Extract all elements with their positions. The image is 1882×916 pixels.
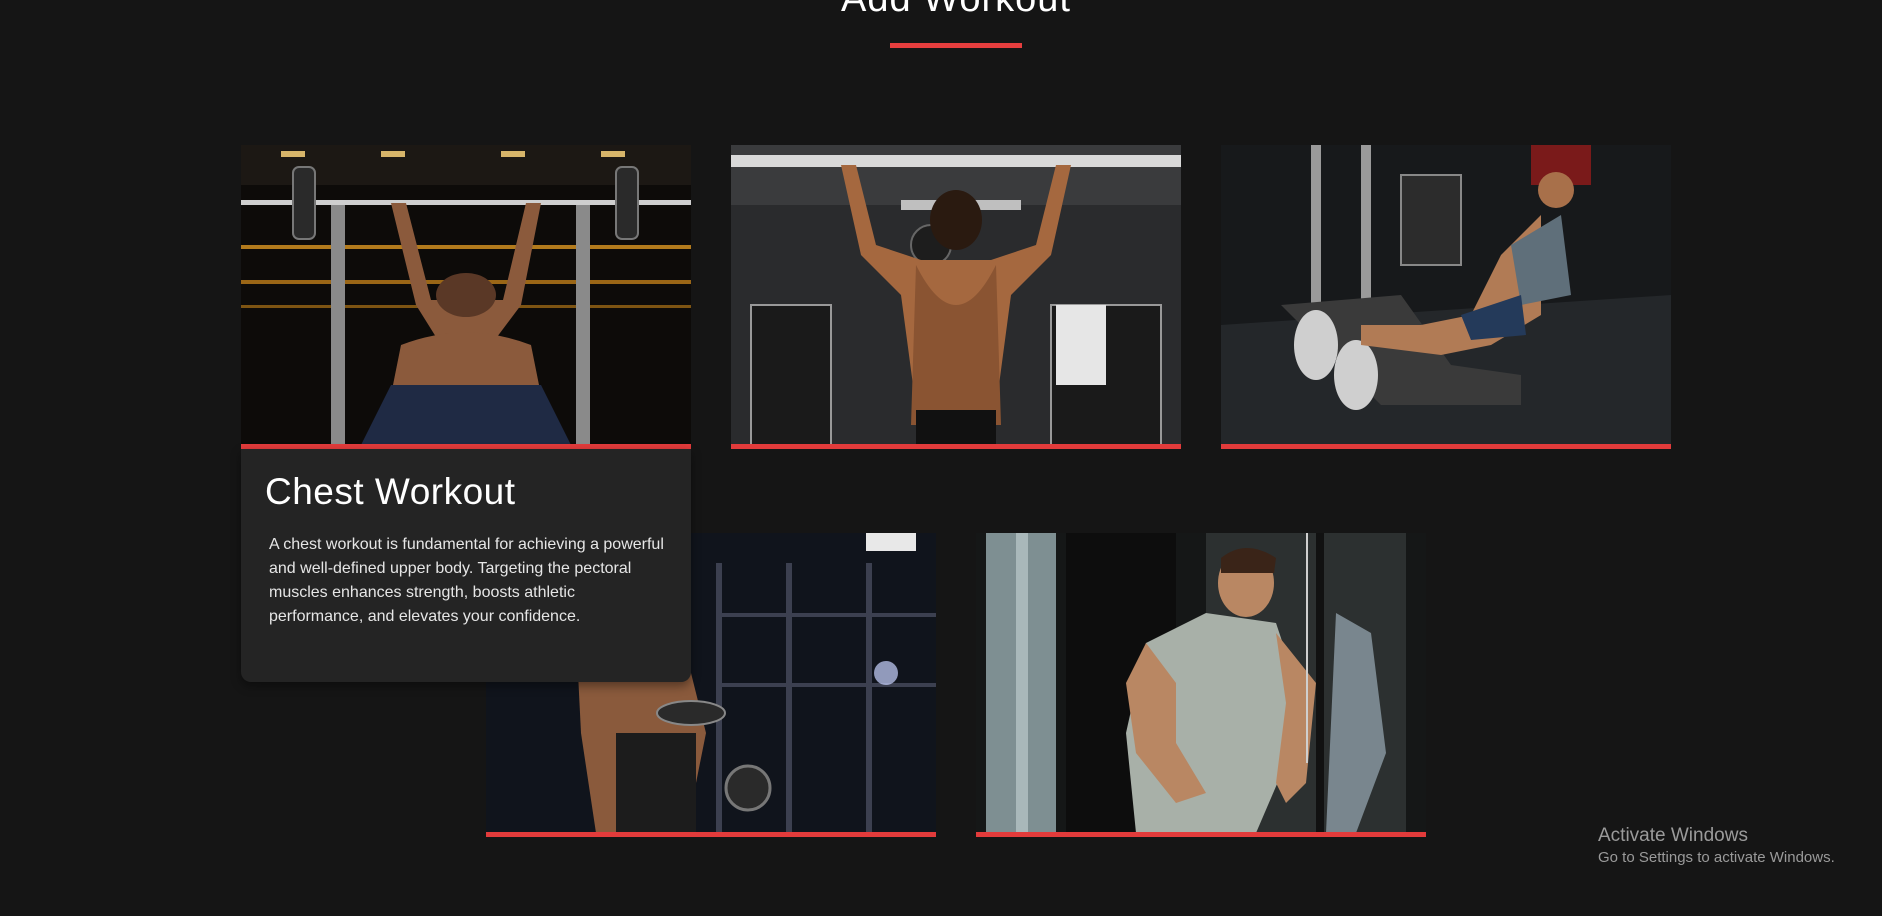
cable-triceps-photo bbox=[976, 533, 1426, 833]
activate-windows-watermark: Activate Windows Go to Settings to activ… bbox=[1598, 824, 1835, 868]
leg-press-photo bbox=[1221, 145, 1671, 445]
workout-card-triceps[interactable] bbox=[976, 533, 1426, 838]
workout-info-panel: Chest Workout A chest workout is fundame… bbox=[241, 449, 691, 682]
card-accent-bar bbox=[976, 832, 1426, 837]
card-accent-bar bbox=[731, 444, 1181, 449]
section-title: Add Workout bbox=[0, 0, 1882, 21]
workout-card-back[interactable] bbox=[731, 145, 1181, 450]
pull-up-photo bbox=[731, 145, 1181, 445]
workout-card-legs[interactable] bbox=[1221, 145, 1671, 450]
workout-title: Chest Workout bbox=[265, 471, 516, 512]
activate-windows-title: Activate Windows bbox=[1598, 825, 1748, 846]
workout-description: A chest workout is fundamental for achie… bbox=[269, 536, 664, 625]
activate-windows-subtitle: Go to Settings to activate Windows. bbox=[1598, 849, 1835, 866]
card-accent-bar bbox=[1221, 444, 1671, 449]
workout-card-chest[interactable] bbox=[241, 145, 691, 450]
title-underline bbox=[890, 43, 1022, 48]
card-accent-bar bbox=[486, 832, 936, 837]
bench-press-photo bbox=[241, 145, 691, 445]
workouts-page: Add Workout bbox=[0, 0, 1882, 916]
